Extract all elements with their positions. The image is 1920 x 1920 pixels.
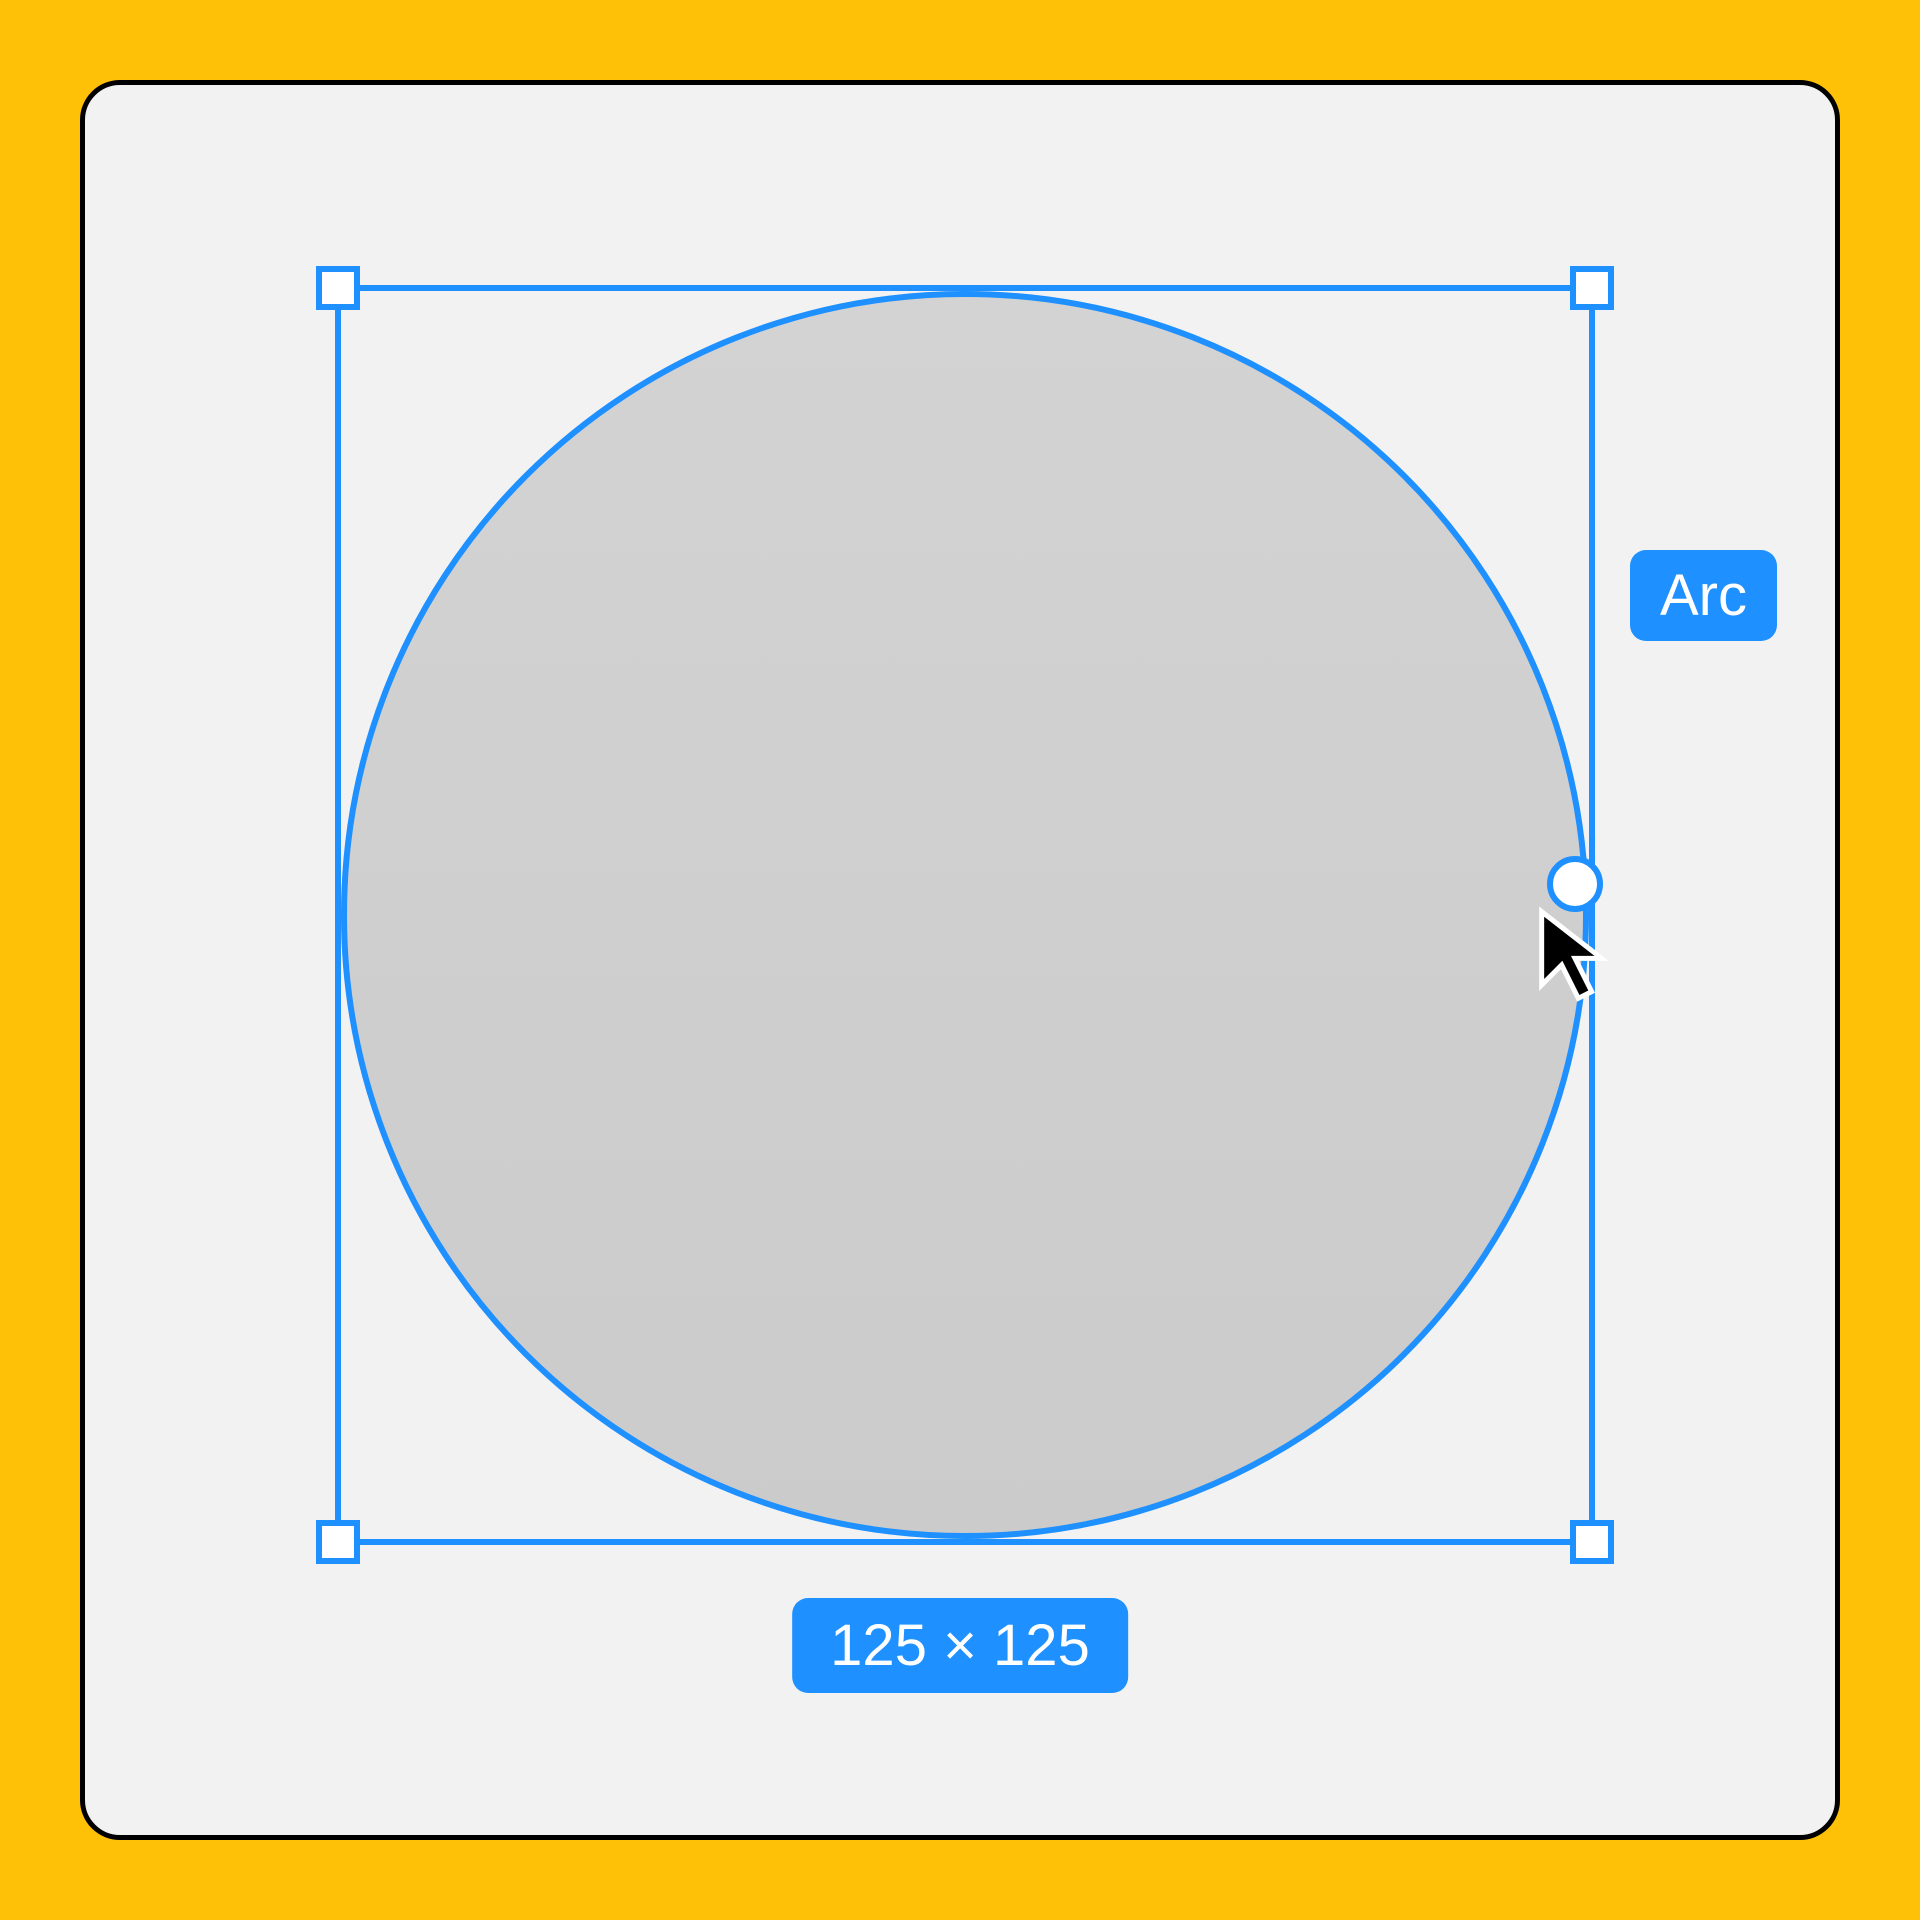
selection-bounding-box[interactable]: [335, 285, 1595, 1545]
circle-shape[interactable]: [341, 291, 1589, 1539]
dimensions-label: 125 × 125: [792, 1598, 1128, 1693]
resize-handle-top-right[interactable]: [1570, 266, 1614, 310]
arc-handle[interactable]: [1547, 856, 1603, 912]
design-canvas[interactable]: Arc 125 × 125: [80, 80, 1840, 1840]
resize-handle-top-left[interactable]: [316, 266, 360, 310]
resize-handle-bottom-left[interactable]: [316, 1520, 360, 1564]
resize-handle-bottom-right[interactable]: [1570, 1520, 1614, 1564]
arc-label-tooltip: Arc: [1630, 550, 1777, 641]
